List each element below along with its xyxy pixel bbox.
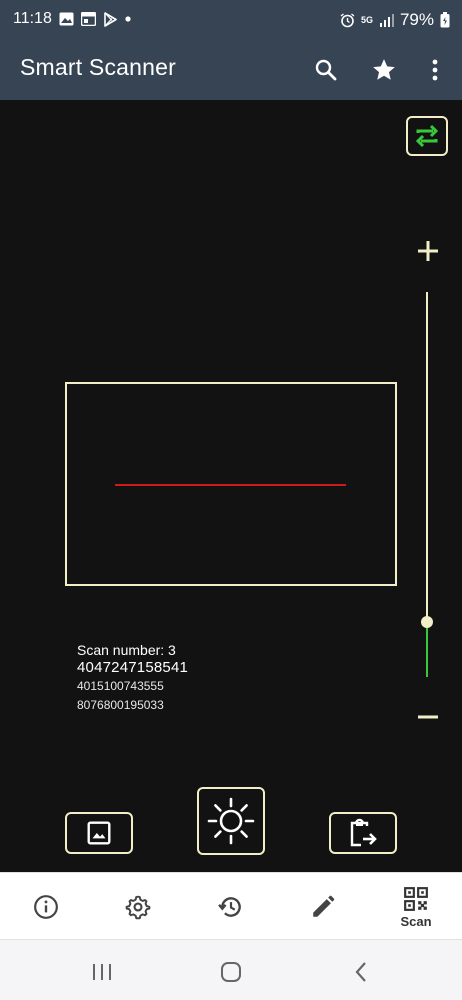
clipboard-paste-icon [350, 818, 377, 847]
plus-icon [418, 241, 438, 261]
play-store-notification-icon [104, 11, 117, 27]
battery-percent: 79% [399, 10, 434, 29]
search-icon [315, 59, 337, 81]
switch-camera-icon [415, 124, 439, 148]
scan-history-item[interactable]: 8076800195033 [77, 696, 188, 715]
status-bar: 11:18 5G 79% [0, 0, 462, 40]
favorites-button[interactable] [366, 52, 402, 88]
star-icon [373, 59, 395, 80]
recent-apps-icon [93, 964, 111, 980]
switch-camera-button[interactable] [406, 116, 448, 156]
system-navigation-bar [0, 940, 462, 1000]
nav-item-info[interactable] [0, 873, 92, 941]
settings-icon [125, 895, 151, 920]
nav-item-scan-label: Scan [400, 913, 432, 929]
gallery-notification-icon [59, 12, 74, 26]
status-time: 11:18 [13, 10, 52, 27]
zoom-slider-thumb[interactable] [421, 616, 433, 628]
recent-apps-button[interactable] [88, 958, 116, 986]
image-icon [87, 821, 111, 845]
edit-icon [313, 895, 335, 917]
nav-item-edit[interactable] [277, 873, 369, 941]
dot-notification-icon [125, 16, 131, 22]
battery-icon [440, 12, 450, 28]
bottom-navigation: Scan [0, 872, 462, 940]
minus-icon [418, 715, 438, 719]
app-bar: Smart Scanner [0, 40, 462, 100]
scan-laser-line [115, 484, 346, 486]
brightness-icon [207, 797, 255, 845]
zoom-in-button[interactable] [415, 238, 441, 264]
back-icon [355, 962, 366, 982]
scan-results: Scan number: 3 4047247158541 40151007435… [77, 642, 188, 715]
flashlight-button[interactable] [197, 787, 265, 855]
search-button[interactable] [308, 52, 344, 88]
nav-item-history[interactable] [185, 873, 277, 941]
paste-clipboard-button[interactable] [329, 812, 397, 854]
nav-item-scan[interactable]: Scan [370, 873, 462, 941]
scan-latest-code[interactable]: 4047247158541 [77, 659, 188, 677]
zoom-out-button[interactable] [415, 704, 441, 730]
overflow-menu-button[interactable] [417, 52, 453, 88]
alarm-icon [340, 12, 355, 27]
more-vert-icon [432, 59, 438, 81]
info-icon [34, 895, 58, 919]
qr-code-icon [404, 886, 428, 911]
status-right: 5G 79% [340, 10, 450, 30]
zoom-slider-fill [426, 622, 428, 677]
home-icon [221, 962, 241, 982]
scan-history-item[interactable]: 4015100743555 [77, 677, 188, 696]
calendar-notification-icon [80, 12, 96, 26]
signal-icon [379, 14, 394, 27]
scan-from-image-button[interactable] [65, 812, 133, 854]
status-left: 11:18 [13, 10, 131, 28]
back-button[interactable] [347, 958, 375, 986]
scan-number-label: Scan number: 3 [77, 642, 176, 658]
nav-item-settings[interactable] [92, 873, 184, 941]
app-title: Smart Scanner [20, 54, 176, 80]
history-icon [218, 897, 241, 917]
network-type: 5G [360, 14, 373, 25]
home-button[interactable] [217, 958, 245, 986]
